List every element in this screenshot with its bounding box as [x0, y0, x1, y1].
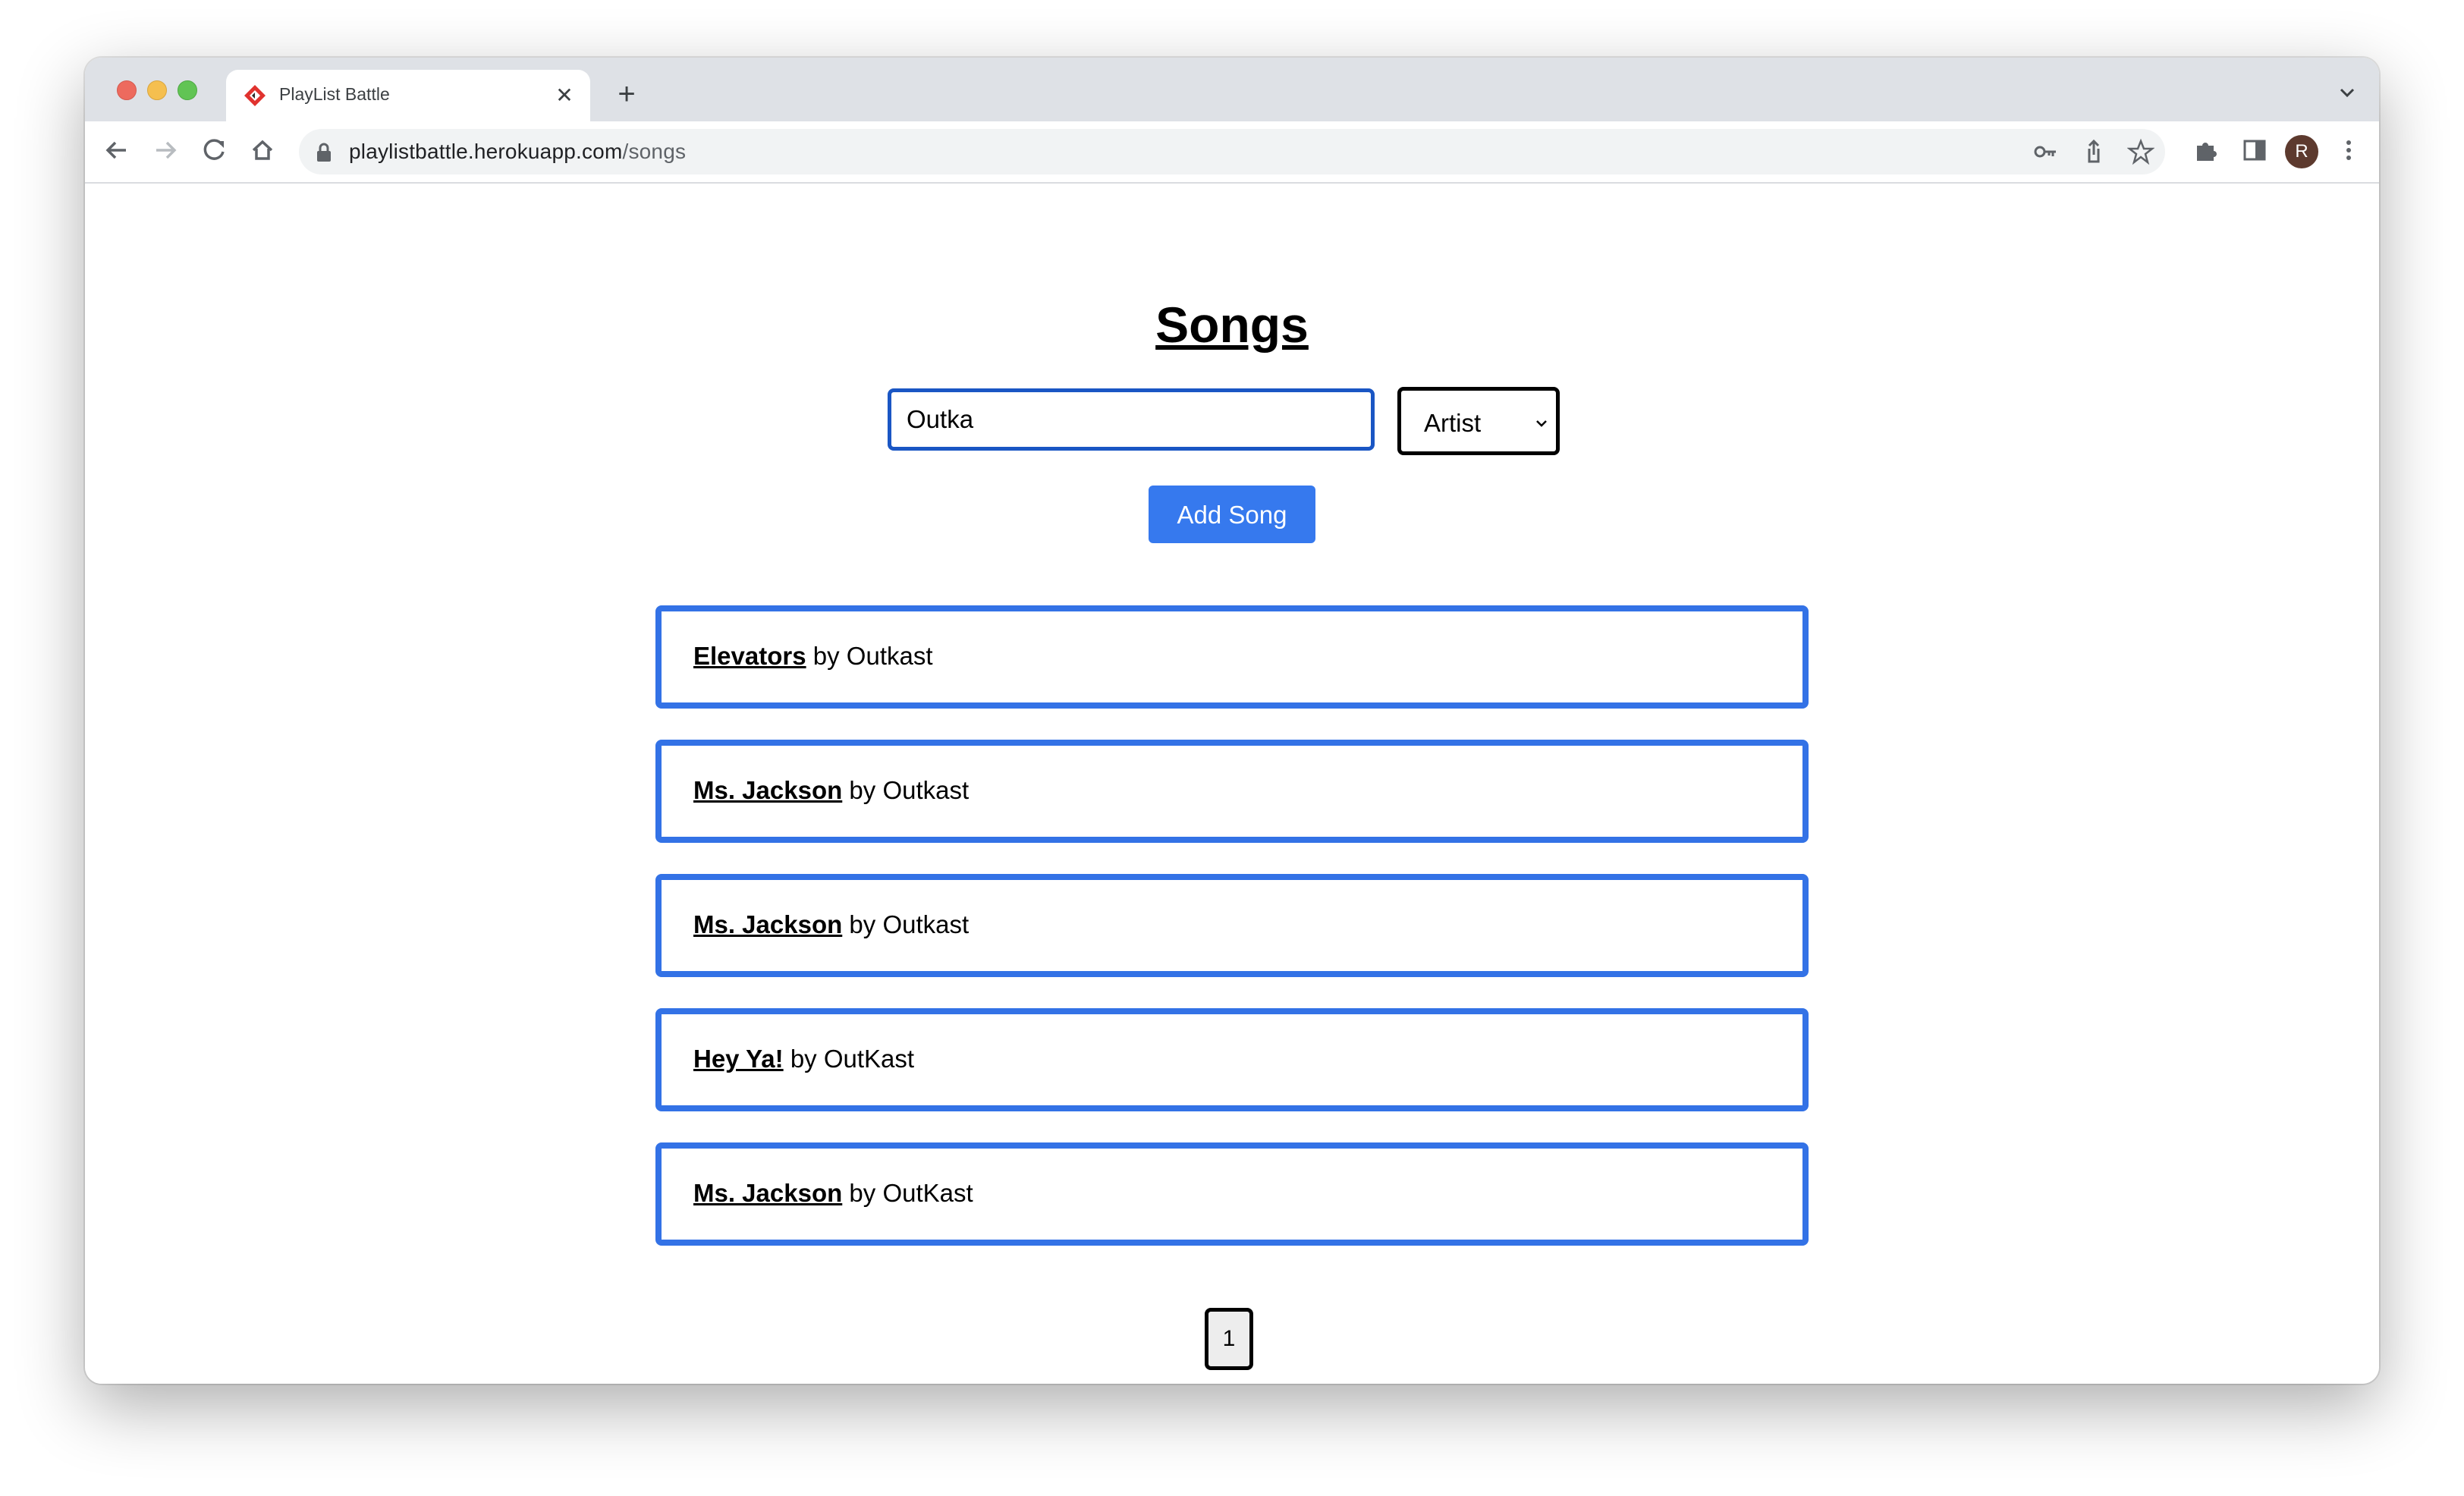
song-text: Ms. Jackson by Outkast [693, 776, 969, 805]
song-by: by [783, 1045, 824, 1073]
song-by: by [806, 642, 847, 670]
profile-avatar[interactable]: R [2285, 135, 2318, 168]
song-title-link[interactable]: Hey Ya! [693, 1045, 784, 1073]
song-artist: Outkast [846, 642, 933, 670]
song-artist: Outkast [882, 776, 970, 804]
key-icon[interactable] [2032, 138, 2059, 165]
song-by: by [842, 1179, 883, 1207]
song-list: Elevators by Outkast Ms. Jackson by Outk… [655, 605, 1809, 1277]
more-options-icon[interactable] [2334, 135, 2364, 165]
extensions-puzzle-icon[interactable] [2191, 135, 2221, 165]
song-by: by [842, 910, 883, 938]
search-input[interactable] [888, 388, 1375, 451]
url-path: /songs [622, 140, 687, 163]
song-text: Hey Ya! by OutKast [693, 1045, 914, 1073]
browser-toolbar: playlistbattle.herokuapp.com/songs R [85, 121, 2379, 184]
tab-search-chevron-icon[interactable] [2332, 77, 2362, 108]
browser-window: PlayList Battle ✕ + playlistbattle.herok… [85, 58, 2379, 1384]
back-arrow-icon[interactable] [100, 134, 134, 167]
tab-playlist-battle[interactable]: PlayList Battle ✕ [226, 70, 590, 121]
song-title-link[interactable]: Ms. Jackson [693, 776, 842, 804]
minimize-window-button[interactable] [147, 80, 167, 100]
page-content: Songs Artist Add Song Elevators by Outka… [85, 184, 2379, 1384]
song-card: Ms. Jackson by OutKast [655, 1142, 1809, 1246]
song-text: Elevators by Outkast [693, 642, 933, 671]
close-window-button[interactable] [117, 80, 137, 100]
maximize-window-button[interactable] [178, 80, 197, 100]
chevron-down-icon [1536, 420, 1547, 427]
new-tab-button[interactable]: + [608, 76, 645, 112]
song-title-link[interactable]: Ms. Jackson [693, 910, 842, 938]
song-card: Ms. Jackson by Outkast [655, 874, 1809, 977]
field-select[interactable]: Artist [1397, 387, 1560, 455]
song-card: Ms. Jackson by Outkast [655, 740, 1809, 843]
song-by: by [842, 776, 883, 804]
lock-icon [317, 143, 331, 162]
field-select-value: Artist [1424, 409, 1482, 437]
side-panel-icon[interactable] [2239, 135, 2270, 165]
share-icon[interactable] [2080, 138, 2107, 165]
song-artist: Outkast [882, 910, 970, 938]
tab-title: PlayList Battle [279, 84, 390, 104]
url-host: playlistbattle.herokuapp.com [349, 140, 623, 163]
song-title-link[interactable]: Elevators [693, 642, 806, 670]
tab-close-icon[interactable]: ✕ [549, 80, 580, 111]
reload-icon[interactable] [197, 134, 231, 167]
song-title-link[interactable]: Ms. Jackson [693, 1179, 842, 1207]
tab-bar: PlayList Battle ✕ + [85, 58, 2379, 121]
song-text: Ms. Jackson by Outkast [693, 910, 969, 939]
song-card: Elevators by Outkast [655, 605, 1809, 709]
forward-arrow-icon[interactable] [149, 134, 182, 167]
add-song-button[interactable]: Add Song [1149, 486, 1315, 543]
playlist-battle-favicon-icon [244, 85, 266, 106]
home-icon[interactable] [246, 134, 279, 167]
page-title: Songs [1155, 297, 1309, 353]
pagination-page-1[interactable]: 1 [1205, 1308, 1253, 1370]
song-artist: OutKast [823, 1045, 915, 1073]
song-text: Ms. Jackson by OutKast [693, 1179, 973, 1208]
song-card: Hey Ya! by OutKast [655, 1008, 1809, 1111]
song-artist: OutKast [882, 1179, 973, 1207]
url-text: playlistbattle.herokuapp.com/songs [349, 140, 686, 164]
bookmark-star-icon[interactable] [2127, 138, 2154, 165]
address-bar[interactable]: playlistbattle.herokuapp.com/songs [299, 129, 2165, 174]
